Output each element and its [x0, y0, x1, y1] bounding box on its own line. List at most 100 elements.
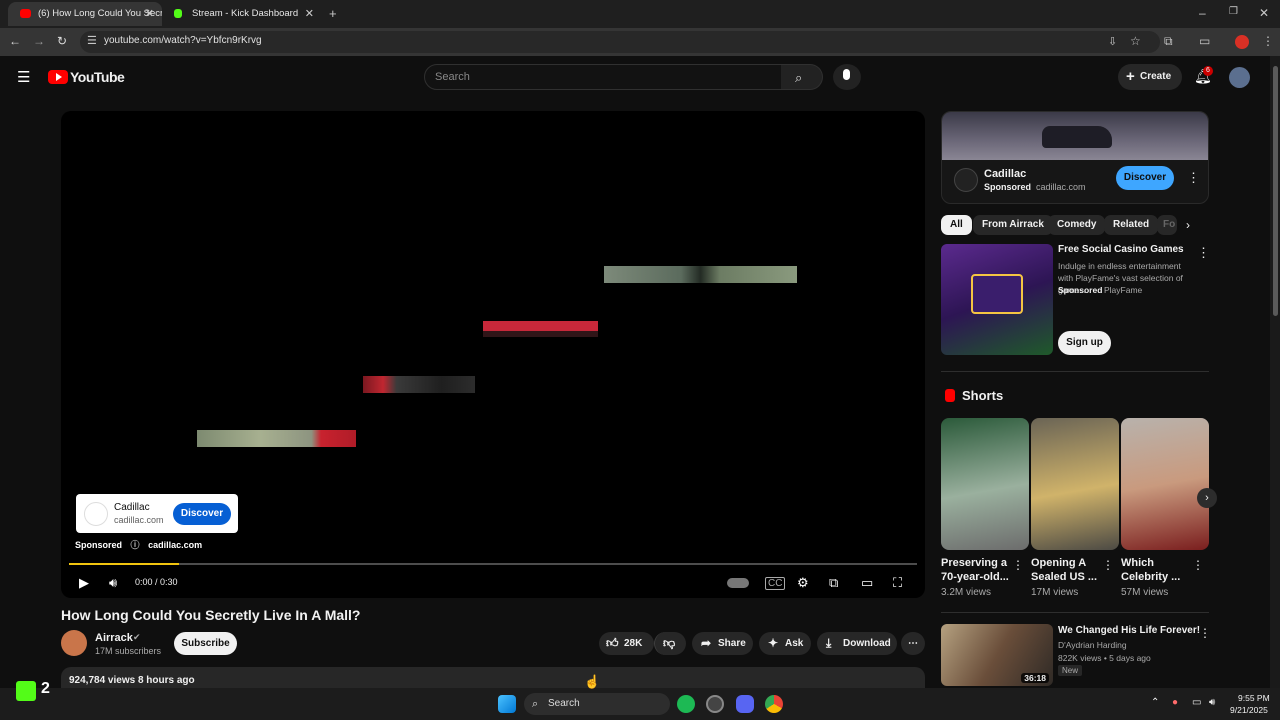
restore-icon[interactable]: ❐ [1229, 6, 1238, 17]
new-tab-icon[interactable]: + [329, 6, 337, 21]
dislike-button[interactable]: 👎︎ [654, 632, 686, 655]
fullscreen-icon[interactable]: ⛶ [893, 575, 902, 591]
progress-bar[interactable] [69, 563, 917, 565]
minimize-icon[interactable]: – [1199, 6, 1206, 20]
account-avatar[interactable] [1229, 67, 1250, 88]
promo-signup-button[interactable]: Sign up [1058, 331, 1111, 355]
url-text[interactable]: youtube.com/watch?v=Ybfcn9rKrvg [104, 35, 262, 46]
short-thumbnail[interactable] [941, 418, 1029, 550]
short-title[interactable]: Which Celebrity ... [1121, 556, 1191, 584]
site-info-icon[interactable]: ☰ [87, 34, 97, 47]
search-input[interactable]: Search [424, 64, 782, 90]
share-button[interactable]: ➦ Share [692, 632, 753, 655]
install-icon[interactable]: ⇩ [1108, 35, 1117, 48]
profile-avatar[interactable] [1235, 35, 1249, 49]
extensions-icon[interactable]: ⧉ [1164, 34, 1173, 49]
download-button[interactable]: ⤓ Download [817, 632, 897, 655]
clock-date[interactable]: 9/21/2025 [1230, 705, 1268, 715]
captions-icon[interactable]: CC [765, 577, 786, 590]
shorts-heading: Shorts [962, 388, 1004, 403]
subscribe-button[interactable]: Subscribe [174, 632, 237, 655]
more-actions-button[interactable]: ⋯ [901, 632, 925, 655]
short-views: 17M views [1031, 587, 1079, 598]
short-more-icon[interactable]: ⋮ [1192, 558, 1204, 572]
sidebar-ad-card[interactable]: Cadillac Sponsored cadillac.com Discover… [941, 111, 1209, 204]
channel-name[interactable]: Airrack [95, 632, 133, 644]
chip-related[interactable]: Related [1104, 215, 1159, 235]
reload-icon[interactable]: ↻ [57, 34, 67, 48]
hamburger-menu-icon[interactable]: ☰ [17, 68, 30, 86]
chip-from-airrack[interactable]: From Airrack [973, 215, 1053, 235]
close-tab-icon[interactable]: ✕ [305, 2, 314, 26]
search-button[interactable]: ⌕ [781, 64, 823, 90]
short-views: 3.2M views [941, 587, 992, 598]
ask-button[interactable]: ✦ Ask [759, 632, 811, 655]
clock-time[interactable]: 9:55 PM [1238, 693, 1270, 703]
short-more-icon[interactable]: ⋮ [1012, 558, 1024, 572]
more-vertical-icon[interactable]: ⋮ [1187, 170, 1200, 186]
views-and-date: 924,784 views 8 hours ago [69, 675, 195, 686]
video-player[interactable]: Cadillac cadillac.com Discover Sponsored… [61, 111, 925, 598]
chip-comedy[interactable]: Comedy [1048, 215, 1106, 235]
taskbar-search[interactable]: ⌕ Search [524, 693, 670, 715]
sponsored-label: Sponsored [75, 540, 123, 550]
ad-discover-button[interactable]: Discover [173, 503, 231, 525]
forward-icon[interactable]: → [33, 34, 45, 48]
app-icon[interactable] [706, 695, 724, 713]
short-title[interactable]: Preserving a 70-year-old... [941, 556, 1011, 584]
chip-all[interactable]: All [941, 215, 972, 235]
ad-discover-button[interactable]: Discover [1116, 166, 1174, 190]
close-window-icon[interactable]: ✕ [1259, 6, 1269, 20]
next-video-more-icon[interactable]: ⋮ [1199, 626, 1211, 640]
create-button[interactable]: + Create [1118, 64, 1182, 90]
bookmark-star-icon[interactable]: ☆ [1130, 34, 1141, 48]
split-view-icon[interactable]: ▭ [1199, 34, 1210, 48]
short-title[interactable]: Opening A Sealed US ... [1031, 556, 1101, 584]
voice-search-button[interactable] [833, 64, 861, 90]
cadillac-logo [954, 168, 978, 192]
chevron-right-icon[interactable]: › [1186, 218, 1190, 232]
network-icon[interactable]: ▭ [1192, 697, 1201, 708]
promo-thumbnail[interactable] [941, 244, 1053, 355]
volume-tray-icon[interactable]: 🔊︎ [1209, 697, 1215, 708]
browser-menu-icon[interactable]: ⋮ [1262, 34, 1274, 48]
info-icon[interactable]: ⓘ [131, 540, 140, 550]
omnibox[interactable]: ☰ youtube.com/watch?v=Ybfcn9rKrvg [80, 31, 1160, 53]
tab-kick[interactable]: Stream - Kick Dashboard ✕ [162, 2, 322, 26]
scrollbar-thumb[interactable] [1273, 66, 1278, 316]
channel-avatar[interactable] [61, 630, 87, 656]
mic-tray-icon[interactable]: ● [1172, 697, 1178, 708]
short-thumbnail[interactable] [1121, 418, 1209, 550]
next-video-title[interactable]: We Changed His Life Forever! [1058, 625, 1200, 636]
play-icon[interactable]: ▶ [79, 575, 89, 591]
volume-icon[interactable]: 🔊︎ [109, 575, 117, 591]
kick-app-icon[interactable] [16, 681, 36, 701]
player-ad-card[interactable]: Cadillac cadillac.com Discover [76, 494, 238, 533]
short-thumbnail[interactable] [1031, 418, 1119, 550]
close-tab-icon[interactable]: ✕ [145, 2, 154, 26]
create-label: Create [1140, 71, 1172, 82]
shorts-next-button[interactable]: › [1197, 488, 1217, 508]
windows-start-icon[interactable] [498, 695, 516, 713]
back-icon[interactable]: ← [9, 34, 21, 48]
short-more-icon[interactable]: ⋮ [1102, 558, 1114, 572]
thumbs-down-icon: 👎︎ [663, 636, 676, 650]
share-label: Share [718, 638, 746, 649]
tray-chevron-icon[interactable]: ⌃ [1151, 697, 1159, 708]
chip-partial[interactable]: Fo [1157, 215, 1177, 235]
sponsored-domain-link[interactable]: cadillac.com [148, 540, 202, 550]
autoplay-toggle[interactable] [727, 578, 749, 588]
chrome-icon[interactable] [765, 695, 783, 713]
tab-youtube[interactable]: (6) How Long Could You Secretl ✕ [8, 2, 162, 26]
theater-mode-icon[interactable]: ▭ [861, 575, 873, 591]
miniplayer-icon[interactable]: ⧉ [829, 575, 838, 591]
promo-more-icon[interactable]: ⋮ [1197, 245, 1210, 261]
discord-icon[interactable] [736, 695, 754, 713]
like-button[interactable]: 👍︎ 28K [599, 632, 654, 655]
tab-title: (6) How Long Could You Secretl [38, 8, 162, 19]
settings-gear-icon[interactable]: ⚙ [797, 575, 809, 591]
promo-title[interactable]: Free Social Casino Games [1058, 244, 1184, 255]
page-scrollbar[interactable] [1270, 56, 1280, 688]
next-video-thumbnail[interactable]: 36:18 [941, 624, 1053, 686]
spotify-icon[interactable] [677, 695, 695, 713]
